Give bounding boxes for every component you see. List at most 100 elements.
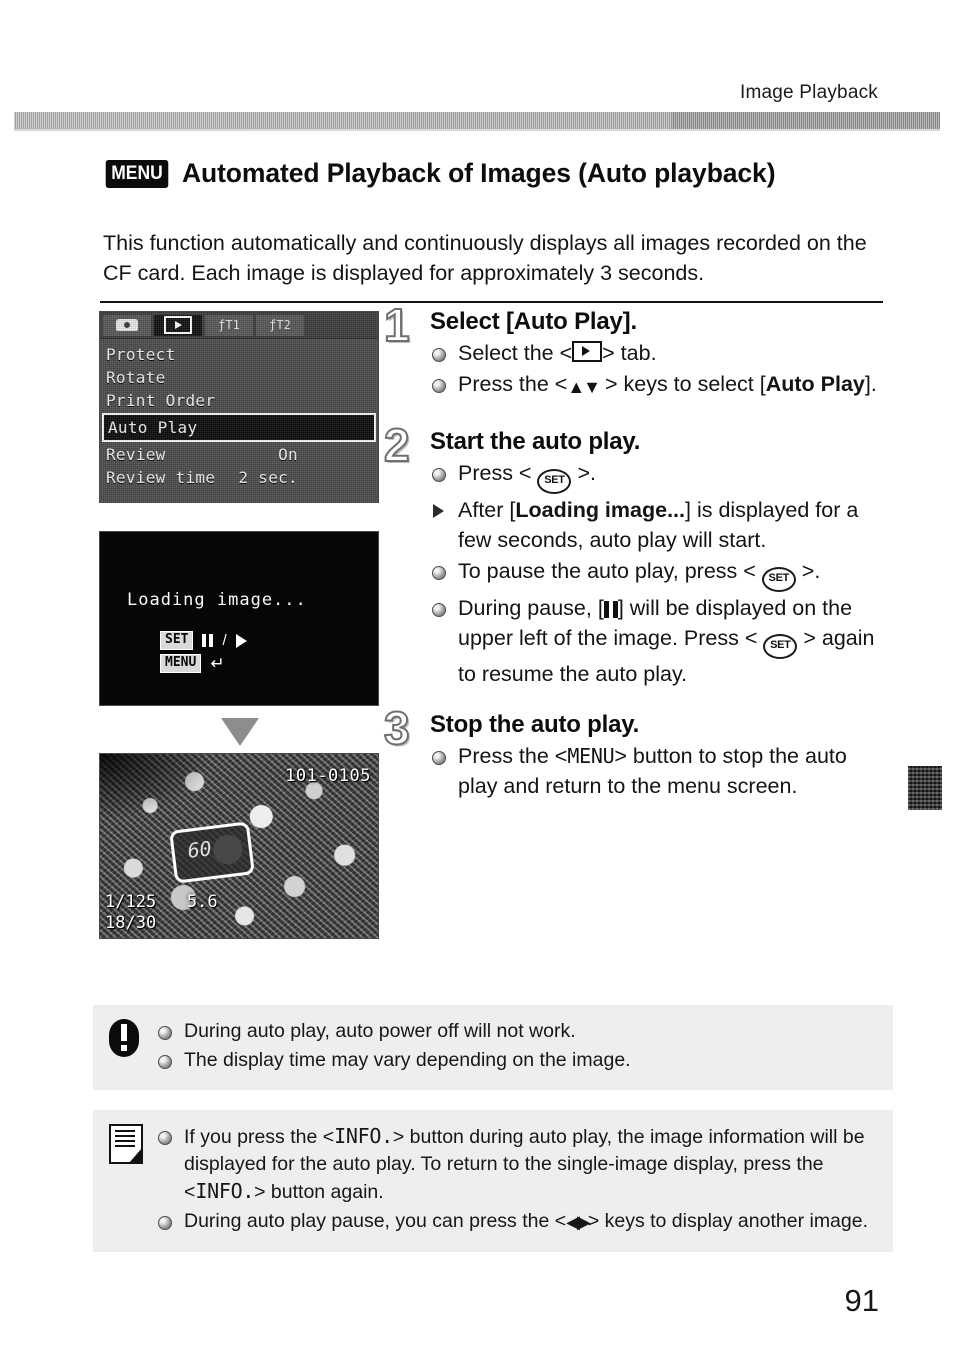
step-2-bullets: Press < SET >. After [Loading image...] … (430, 458, 886, 689)
info-note-list: If you press the <INFO.> button during a… (157, 1123, 877, 1236)
up-down-keys-icon: ▲▼ (567, 377, 601, 397)
step-number: 1 (383, 299, 411, 351)
playback-tab[interactable] (154, 314, 202, 336)
list-item: During auto play, auto power off will no… (157, 1018, 877, 1045)
side-tab-marker (906, 764, 944, 812)
bullet-text: Select the < > tab. (458, 341, 657, 365)
list-item: The display time may vary depending on t… (157, 1047, 877, 1074)
menu-item-label: Rotate (106, 368, 166, 387)
list-item: Select the < > tab. (430, 338, 886, 368)
photo-exposure-line: 1/125 5.6 (105, 892, 218, 913)
photo-exif-overlay: 1/125 5.6 18/30 (105, 892, 218, 934)
return-arrow-icon: ↵ (210, 654, 225, 673)
note-text: If you press the <INFO.> button during a… (184, 1124, 865, 1203)
menu-item-rotate[interactable]: Rotate (100, 366, 378, 389)
menu-item-value: On (278, 445, 298, 464)
bullet-dot-icon (432, 379, 446, 393)
step-title: Select [Auto Play]. (430, 308, 637, 335)
page-title: Automated Playback of Images (Auto playb… (181, 158, 776, 188)
step-number: 2 (383, 419, 411, 471)
menu-tabbar: ƒT1 ƒT2 (100, 312, 378, 339)
photo-subject-box: 60 (169, 821, 255, 884)
menu-item-label: Auto Play (108, 418, 198, 437)
bullet-dot-icon (158, 1026, 172, 1040)
note-text: During auto play pause, you can press th… (184, 1210, 868, 1232)
bullet-dot-icon (158, 1131, 172, 1145)
list-item: During auto play pause, you can press th… (157, 1208, 877, 1236)
menu-item-list: Protect Rotate Print Order Auto Play Rev… (100, 339, 378, 489)
menu-chip-icon: MENU (160, 654, 202, 673)
step-3: 3 Stop the auto play. Press the <MENU> b… (383, 704, 886, 801)
running-header: Image Playback (740, 82, 878, 103)
list-item: If you press the <INFO.> button during a… (157, 1123, 877, 1206)
warning-note-box: During auto play, auto power off will no… (93, 1005, 893, 1090)
menu-item-value: 2 sec. (238, 468, 298, 487)
menu-button-label: MENU (567, 744, 615, 768)
bullet-text: Press < SET >. (458, 461, 596, 494)
photo-frame-counter: 18/30 (105, 913, 157, 933)
list-item: To pause the auto play, press < SET >. (430, 556, 886, 592)
step-1: 1 Select [Auto Play]. Select the < > tab.… (383, 301, 886, 402)
list-item: Press the <▲▼ > keys to select [Auto Pla… (430, 369, 886, 402)
menu-item-review[interactable]: Review On (100, 443, 378, 466)
header-band (14, 112, 940, 131)
setup1-tab[interactable]: ƒT1 (205, 314, 253, 336)
camera-icon (116, 319, 138, 331)
section-divider (100, 301, 883, 303)
info-note-box: If you press the <INFO.> button during a… (93, 1110, 893, 1252)
playback-tab-icon (572, 341, 603, 362)
info-button-label: INFO. (334, 1124, 393, 1148)
photo-file-number: 101-0105 (285, 766, 371, 786)
menu-item-auto-play[interactable]: Auto Play (102, 413, 376, 442)
step-number: 3 (383, 702, 411, 754)
set-chip-icon: SET (160, 631, 194, 650)
shooting-tab[interactable] (103, 314, 151, 336)
list-item: Press < SET >. (430, 458, 886, 494)
bullet-text: To pause the auto play, press < SET >. (458, 559, 820, 592)
bullet-text: After [Loading image...] is displayed fo… (458, 498, 859, 552)
menu-item-review-time[interactable]: Review time 2 sec. (100, 466, 378, 489)
bullet-dot-icon (158, 1216, 172, 1230)
bullet-dot-icon (432, 566, 446, 580)
bullet-dot-icon (432, 348, 446, 362)
warning-note-list: During auto play, auto power off will no… (157, 1018, 877, 1074)
set-key-hint-row: SET / (160, 629, 247, 652)
list-item: Press the <MENU> button to stop the auto… (430, 741, 886, 801)
steps-column: 1 Select [Auto Play]. Select the < > tab.… (383, 301, 886, 802)
photo-screen-figure: 60 101-0105 1/125 5.6 18/30 (99, 753, 379, 939)
flow-down-arrow-icon (221, 718, 259, 746)
step-title: Start the auto play. (430, 428, 641, 455)
list-item: During pause, [] will be displayed on th… (430, 593, 886, 689)
photo-box-label: 60 (186, 836, 214, 863)
menu-screen-figure: ƒT1 ƒT2 Protect Rotate Print Order Auto … (99, 311, 379, 503)
set-button-icon: SET (763, 634, 798, 659)
left-right-keys-icon: ◀▶ (566, 1212, 591, 1232)
photo-aperture: 5.6 (186, 892, 218, 912)
photo-vignette (100, 754, 206, 817)
bullet-dot-icon (432, 751, 446, 765)
menu-item-print-order[interactable]: Print Order (100, 389, 378, 412)
menu-item-label: Protect (106, 345, 176, 364)
set-button-icon: SET (537, 469, 572, 494)
photo-shutter-speed: 1/125 (105, 892, 157, 912)
menu-item-label: Print Order (106, 391, 216, 410)
page-number: 91 (844, 1283, 879, 1318)
slash-separator: / (222, 632, 227, 649)
menu-chip-icon: MENU (105, 159, 169, 188)
exclamation-icon (109, 1019, 139, 1057)
menu-item-label: Review (106, 445, 166, 464)
note-text: The display time may vary depending on t… (184, 1049, 631, 1071)
pause-icon (603, 601, 618, 618)
menu-item-label: Review time (106, 468, 216, 487)
intro-paragraph: This function automatically and continuo… (103, 230, 867, 285)
bullet-dot-icon (158, 1055, 172, 1069)
loading-screen-figure: Loading image... SET / MENU ↵ (99, 531, 379, 706)
play-icon (235, 633, 247, 648)
setup2-tab[interactable]: ƒT2 (256, 314, 304, 336)
section-heading: MENU Automated Playback of Images (Auto … (103, 158, 776, 189)
bullet-text: Press the <▲▼ > keys to select [Auto Pla… (458, 372, 877, 397)
menu-item-protect[interactable]: Protect (100, 343, 378, 366)
loading-message: Loading image... (127, 590, 307, 610)
bullet-dot-icon (432, 468, 446, 482)
step-3-bullets: Press the <MENU> button to stop the auto… (430, 741, 886, 801)
